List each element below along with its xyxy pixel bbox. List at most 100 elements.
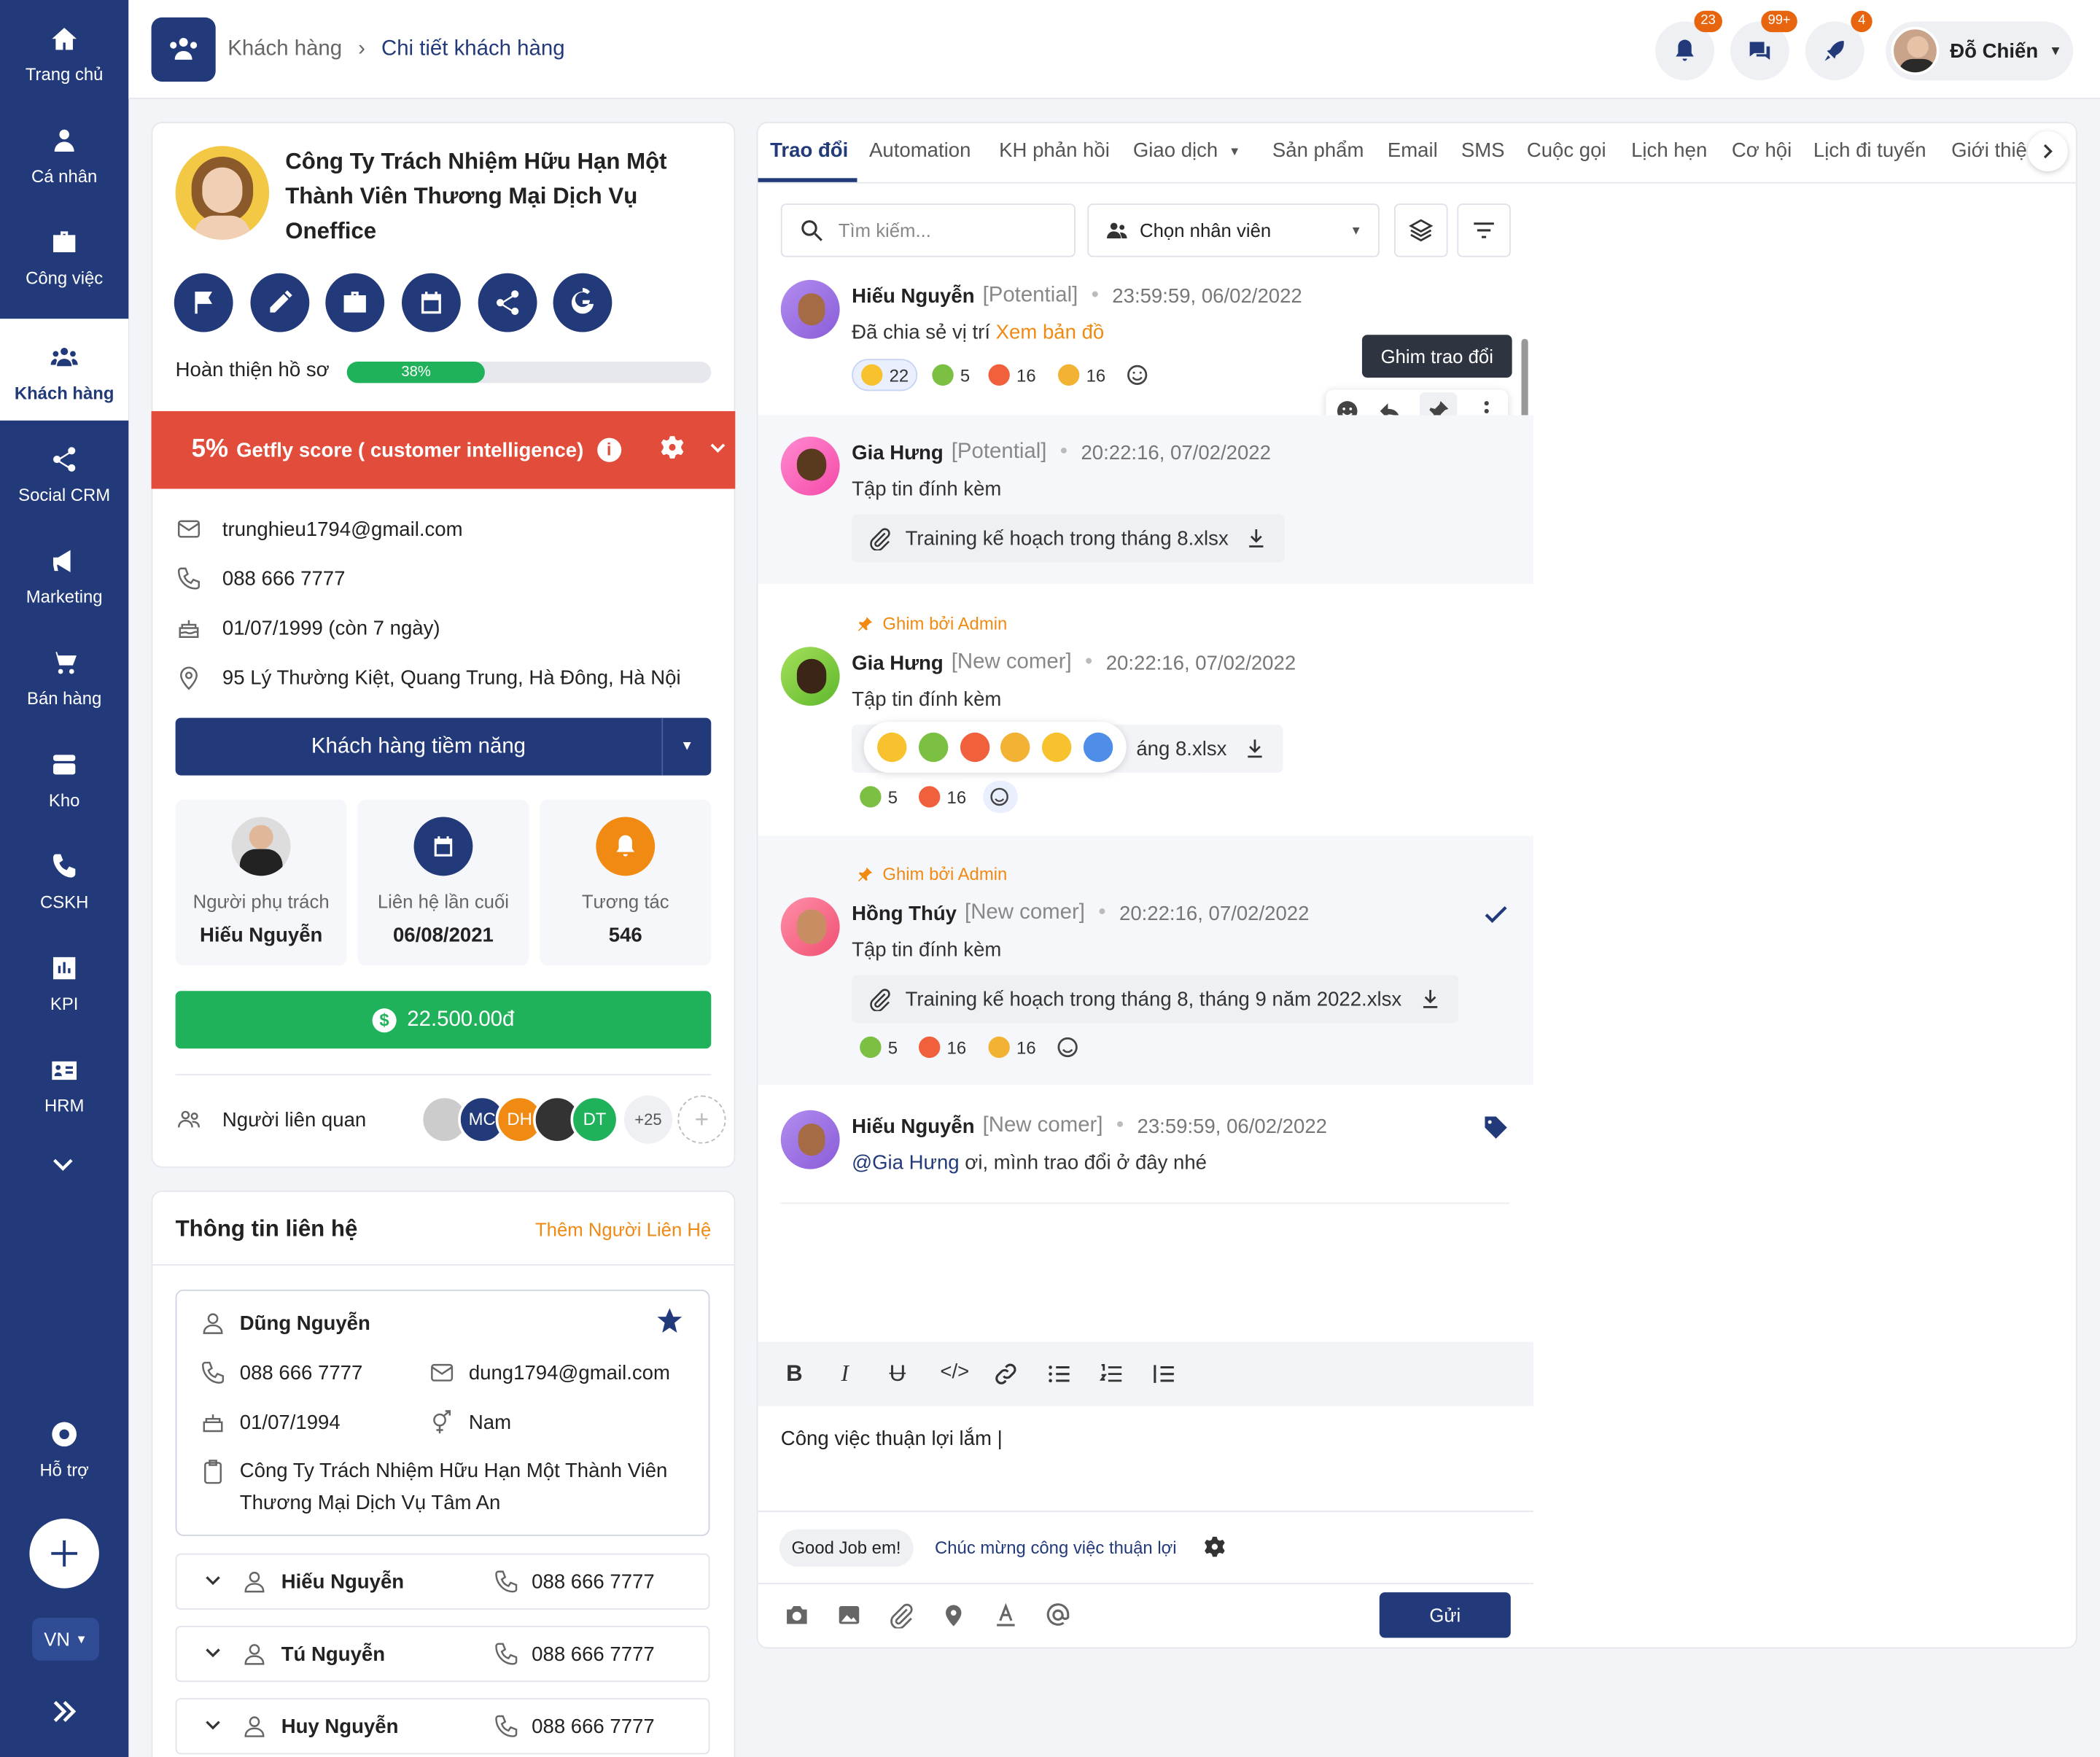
reaction-heart-eyes[interactable]: 16 [980,359,1044,391]
chevron-down-icon[interactable] [203,1715,222,1740]
messages-button[interactable]: 99+ [1730,10,1797,81]
sidebar-item-home[interactable]: Trang chủ [0,0,128,102]
add-reaction-icon[interactable] [1125,362,1152,395]
user-menu[interactable]: Đỗ Chiến ▼ [1886,21,2074,81]
download-icon[interactable] [1242,736,1267,760]
add-reaction-icon[interactable] [983,780,1018,813]
tab-9[interactable]: Cơ hội [1732,139,1792,162]
google-button[interactable] [553,273,612,332]
sidebar-item-personal[interactable]: Cá nhân [0,102,128,204]
work-button[interactable] [325,273,385,332]
scared-emoji-icon[interactable] [1083,732,1113,763]
reaction-money[interactable]: 5 [852,780,906,813]
download-icon[interactable] [1418,987,1442,1011]
calendar-button[interactable] [402,273,461,332]
check-icon[interactable] [1481,900,1510,936]
bold-icon[interactable]: B [786,1360,803,1387]
tab-1[interactable]: Automation [869,139,971,162]
blockquote-icon[interactable] [1151,1360,1178,1394]
notifications-button[interactable]: 23 [1655,10,1722,81]
italic-icon[interactable]: I [841,1360,848,1387]
flag-button[interactable] [174,273,233,332]
smile-emoji-icon[interactable] [1041,732,1072,763]
paperclip-icon[interactable] [888,1602,915,1629]
collapse-sidebar-icon[interactable] [48,1696,80,1734]
tab-4[interactable]: Sản phẩm [1272,139,1364,162]
revenue-button[interactable]: $ 22.500.00đ [175,991,712,1049]
search-input[interactable]: Tìm kiếm... [780,203,1076,257]
add-contact-link[interactable]: Thêm Người Liên Hệ [535,1219,711,1240]
camera-icon[interactable] [783,1602,810,1629]
scrollbar-thumb[interactable] [1521,338,1528,419]
reaction-money[interactable]: 5 [924,359,979,391]
contact-row[interactable]: Tú Nguyễn 088 666 7777 [175,1625,710,1683]
sidebar-item-kpi[interactable]: KPI [0,930,128,1032]
reaction-heart-eyes[interactable]: 16 [910,780,975,813]
reaction-heart-eyes[interactable]: 16 [911,1031,974,1063]
code-icon[interactable]: </> [940,1360,969,1383]
heart-eyes-emoji-icon[interactable] [960,732,989,763]
breadcrumb-root[interactable]: Khách hàng [228,37,342,61]
sidebar-item-cskh[interactable]: CSKH [0,827,128,930]
tag-icon[interactable] [1481,1113,1510,1149]
contact-row[interactable]: Hiếu Nguyễn 088 666 7777 [175,1553,710,1610]
sidebar-item-social-crm[interactable]: Social CRM [0,421,128,523]
share-button[interactable] [478,273,537,332]
download-icon[interactable] [1245,526,1269,550]
sidebar-item-sales[interactable]: Bán hàng [0,624,128,726]
reaction-wow[interactable]: 16 [1049,359,1114,391]
filter-button[interactable] [1457,203,1511,257]
getfly-score-bar[interactable]: 5% Getfly score ( customer intelligence)… [151,410,736,489]
file-attachment[interactable]: Training kế hoạch trong tháng 8.xlsx [852,514,1285,563]
staff-select[interactable]: Chọn nhân viên ▼ [1087,203,1380,257]
tab-8[interactable]: Lịch hẹn [1631,139,1707,162]
sidebar-item-hrm[interactable]: HRM [0,1031,128,1133]
contact-row[interactable]: Huy Nguyễn 088 666 7777 [175,1698,710,1755]
tab-6[interactable]: SMS [1461,139,1505,162]
chevron-down-icon[interactable] [707,436,728,464]
layers-button[interactable] [1394,203,1448,257]
tab-10[interactable]: Lịch đi tuyến [1813,139,1926,162]
money-face-emoji-icon[interactable] [918,732,949,763]
mention-icon[interactable] [1045,1602,1072,1629]
suggestion-chip[interactable]: Chúc mừng công việc thuận lợi [935,1538,1177,1558]
star-icon[interactable] [655,1306,684,1342]
message-input[interactable]: Công việc thuận lợi lắm | [781,1427,1003,1450]
sidebar-item-support[interactable]: Hỗ trợ [0,1395,128,1497]
chevron-down-icon[interactable] [203,1571,222,1595]
sidebar-item-marketing[interactable]: Marketing [0,522,128,624]
link-icon[interactable] [992,1360,1019,1394]
tab-3[interactable]: Giao dịch ▼ [1133,139,1240,162]
suggestion-chip[interactable]: Good Job em! [779,1529,913,1567]
reaction-money[interactable]: 5 [852,1031,906,1063]
grin-emoji-icon[interactable] [877,732,908,763]
info-icon[interactable]: i [596,437,621,462]
mention-link[interactable]: @Gia Hưng [852,1152,959,1174]
sidebar-item-customers[interactable]: Khách hàng [0,319,129,421]
location-pin-icon[interactable] [940,1602,967,1629]
tab-2[interactable]: KH phản hồi [999,139,1110,162]
tabs-scroll-right-button[interactable] [2027,131,2068,172]
view-map-link[interactable]: Xem bản đồ [996,322,1105,344]
file-attachment[interactable]: Training kế hoạch trong tháng 8, tháng 9… [852,975,1458,1024]
tab-7[interactable]: Cuộc gọi [1527,139,1606,162]
tab-0[interactable]: Trao đổi [770,139,848,162]
image-icon[interactable] [836,1602,863,1629]
language-select[interactable]: VN ▼ [32,1617,99,1661]
reaction-grin[interactable]: 22 [852,359,919,391]
reaction-wow[interactable]: 16 [980,1031,1043,1063]
sidebar-item-work[interactable]: Công việc [0,203,128,305]
gear-icon[interactable] [1202,1535,1226,1565]
sidebar-expand-chevron-icon[interactable] [48,1149,77,1185]
rocket-button[interactable]: 4 [1805,10,1872,81]
bullet-list-icon[interactable] [1046,1360,1073,1394]
related-avatars[interactable]: MC DH DT +25 + [420,1095,726,1144]
edit-button[interactable] [250,273,310,332]
tab-11[interactable]: Giới thiệ [1951,139,2027,162]
tab-5[interactable]: Email [1388,139,1438,162]
caret-down-icon[interactable]: ▼ [663,739,711,754]
strikethrough-icon[interactable]: U [890,1360,906,1387]
chevron-down-icon[interactable] [203,1643,222,1667]
add-button[interactable] [29,1519,99,1589]
send-button[interactable]: Gửi [1379,1592,1511,1638]
